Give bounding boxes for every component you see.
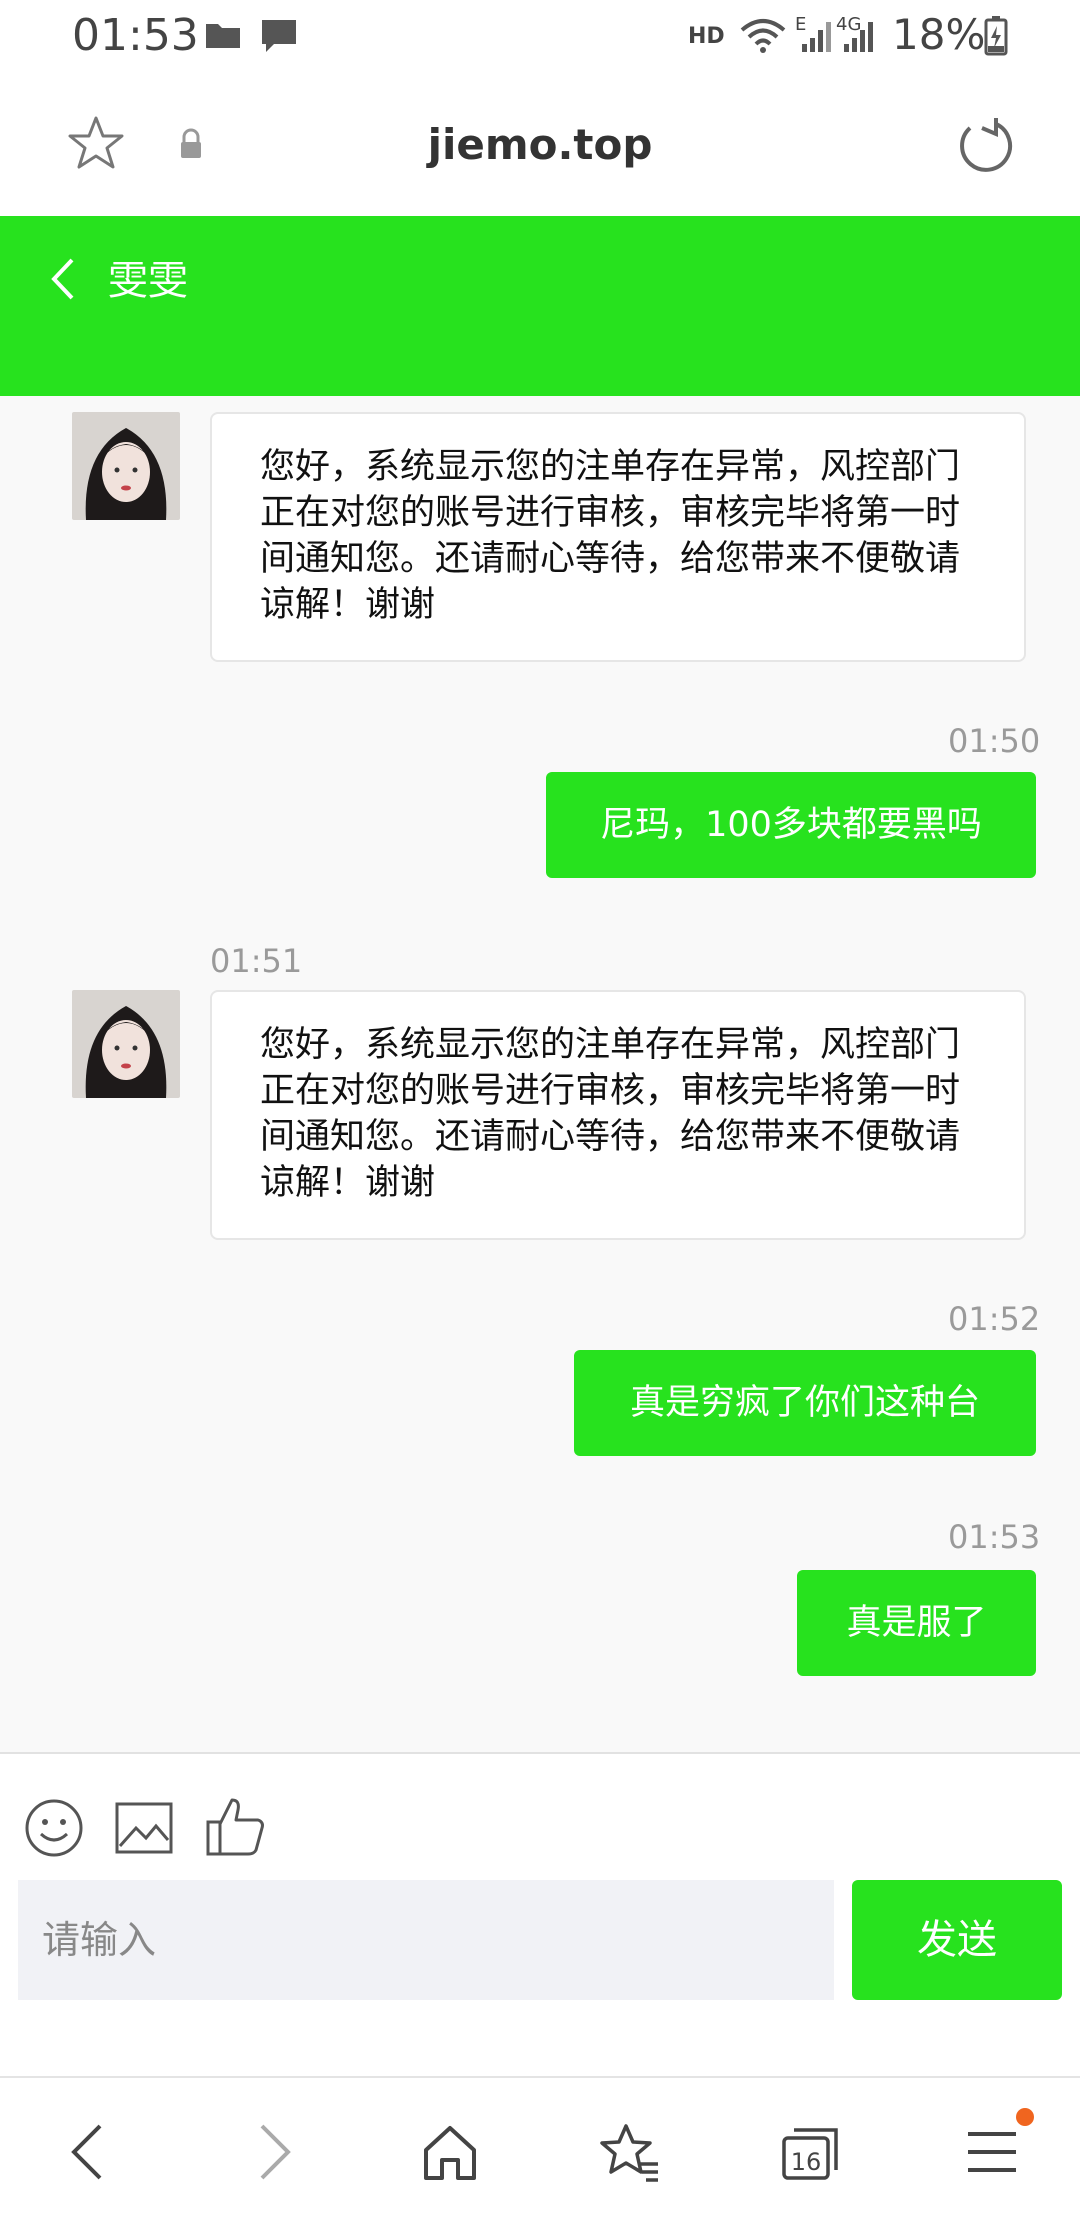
battery-percent: 18% xyxy=(892,10,986,59)
signal-icon xyxy=(802,22,831,52)
chat-header: 雯雯 xyxy=(0,216,1080,396)
battery-charging-icon xyxy=(984,16,1008,56)
outgoing-message-bubble: 真是服了 xyxy=(797,1570,1036,1676)
bookmarks-icon[interactable] xyxy=(598,2122,662,2184)
status-time: 01:53 xyxy=(72,10,199,61)
browser-address-bar: jiemo.top xyxy=(0,72,1080,217)
message-timestamp: 01:52 xyxy=(948,1300,1041,1338)
message-timestamp: 01:50 xyxy=(948,722,1041,760)
incoming-message-bubble: 您好，系统显示您的注单存在异常，风控部门正在对您的账号进行审核，审核完毕将第一时… xyxy=(210,412,1026,662)
contact-name: 雯雯 xyxy=(108,258,188,304)
outgoing-message-bubble: 真是穷疯了你们这种台 xyxy=(574,1350,1036,1456)
tabs-icon[interactable]: 16 xyxy=(780,2122,844,2182)
emoji-icon[interactable] xyxy=(24,1798,84,1858)
notification-dot xyxy=(1016,2108,1034,2126)
signal-icon-2 xyxy=(844,22,873,52)
message-icon xyxy=(262,20,296,52)
browser-bottom-nav: 16 xyxy=(0,2076,1080,2222)
message-timestamp: 01:51 xyxy=(210,942,303,980)
forward-icon[interactable] xyxy=(254,2122,294,2182)
thumbs-up-icon[interactable] xyxy=(204,1794,268,1858)
url-text[interactable]: jiemo.top xyxy=(0,120,1080,169)
send-button[interactable]: 发送 xyxy=(852,1880,1062,2000)
outgoing-message-bubble: 尼玛，100多块都要黑吗 xyxy=(546,772,1036,878)
image-icon[interactable] xyxy=(114,1800,174,1856)
wifi-icon xyxy=(740,19,786,53)
avatar xyxy=(72,412,180,520)
back-icon[interactable] xyxy=(68,2122,108,2182)
status-bar: 01:53 HD E 4G 18% xyxy=(0,0,1080,72)
folder-icon xyxy=(206,24,240,48)
menu-icon[interactable] xyxy=(964,2122,1020,2182)
message-timestamp: 01:53 xyxy=(948,1518,1041,1556)
tab-count: 16 xyxy=(791,2148,822,2176)
home-icon[interactable] xyxy=(420,2122,480,2182)
incoming-message-bubble: 您好，系统显示您的注单存在异常，风控部门正在对您的账号进行审核，审核完毕将第一时… xyxy=(210,990,1026,1240)
avatar xyxy=(72,990,180,1098)
message-input[interactable] xyxy=(18,1880,834,2000)
reload-icon[interactable] xyxy=(956,116,1014,174)
back-arrow-icon[interactable] xyxy=(48,256,78,302)
network-hd-label: HD xyxy=(688,24,725,49)
